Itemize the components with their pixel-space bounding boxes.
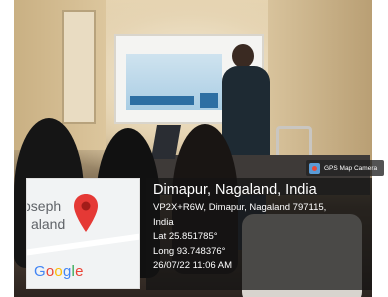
- right-border: [372, 0, 388, 297]
- map-place-text: aland: [31, 216, 66, 232]
- map-pin-icon: [309, 162, 320, 174]
- address-country: India: [153, 216, 174, 228]
- doorway: [62, 10, 96, 124]
- map-place-text: oseph: [26, 198, 62, 214]
- slide-logo-box: [200, 93, 218, 108]
- longitude: Long 93.748376°: [153, 245, 226, 257]
- left-border: [0, 0, 14, 297]
- presenter-head: [232, 44, 254, 68]
- map-thumbnail: oseph aland Google: [26, 178, 140, 289]
- slide-banner: [130, 96, 194, 105]
- address-line: VP2X+R6W, Dimapur, Nagaland 797115,: [153, 202, 327, 213]
- timestamp: 26/07/22 11:06 AM: [153, 260, 233, 271]
- gps-map-camera-badge: GPS Map Camera: [306, 160, 384, 176]
- location-title: Dimapur, Nagaland, India: [153, 182, 317, 198]
- latitude: Lat 25.851785°: [153, 231, 218, 242]
- location-pin-icon: [74, 194, 98, 232]
- google-logo: Google: [34, 263, 84, 280]
- laptop: [151, 125, 181, 159]
- badge-label: GPS Map Camera: [324, 164, 378, 172]
- location-info: Dimapur, Nagaland, India VP2X+R6W, Dimap…: [153, 181, 368, 274]
- map-road: [27, 231, 139, 257]
